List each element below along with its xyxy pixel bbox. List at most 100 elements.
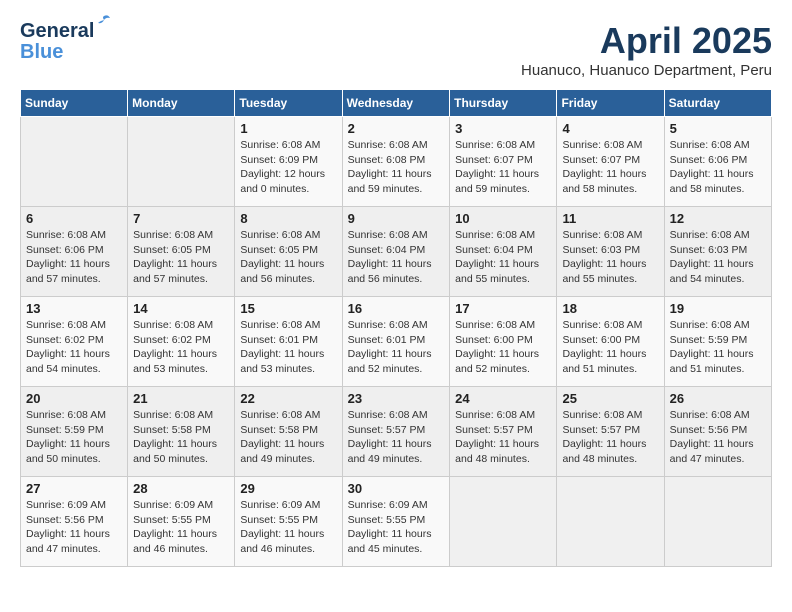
day-number: 23 [348, 391, 445, 406]
day-number: 16 [348, 301, 445, 316]
calendar-day-cell: 10 Sunrise: 6:08 AM Sunset: 6:04 PM Dayli… [450, 207, 557, 297]
day-number: 14 [133, 301, 229, 316]
calendar-day-cell: 19 Sunrise: 6:08 AM Sunset: 5:59 PM Dayli… [664, 297, 771, 387]
day-number: 1 [240, 121, 336, 136]
calendar-day-cell [557, 477, 664, 567]
day-number: 5 [670, 121, 766, 136]
logo-bird-icon [90, 12, 112, 34]
calendar-day-cell: 2Sunrise: 6:08 AM Sunset: 6:08 PM Daylig… [342, 117, 450, 207]
calendar-day-cell [21, 117, 128, 207]
day-info: Sunrise: 6:08 AM Sunset: 6:02 PM Dayligh… [133, 318, 229, 377]
day-number: 17 [455, 301, 551, 316]
day-info: Sunrise: 6:08 AM Sunset: 6:08 PM Dayligh… [348, 138, 445, 197]
calendar-day-cell: 12 Sunrise: 6:08 AM Sunset: 6:03 PM Dayli… [664, 207, 771, 297]
calendar-day-cell: 20 Sunrise: 6:08 AM Sunset: 5:59 PM Dayli… [21, 387, 128, 477]
day-number: 10 [455, 211, 551, 226]
day-number: 26 [670, 391, 766, 406]
day-number: 12 [670, 211, 766, 226]
day-number: 13 [26, 301, 122, 316]
day-info: Sunrise: 6:08 AM Sunset: 6:03 PM Dayligh… [562, 228, 658, 287]
day-info: Sunrise: 6:08 AM Sunset: 5:57 PM Dayligh… [562, 408, 658, 467]
day-number: 11 [562, 211, 658, 226]
logo: General Blue [20, 20, 94, 64]
calendar-day-cell: 6 Sunrise: 6:08 AM Sunset: 6:06 PM Daylig… [21, 207, 128, 297]
day-info: Sunrise: 6:08 AM Sunset: 6:06 PM Dayligh… [670, 138, 766, 197]
calendar-day-cell: 16 Sunrise: 6:08 AM Sunset: 6:01 PM Dayli… [342, 297, 450, 387]
day-number: 15 [240, 301, 336, 316]
calendar-day-cell: 29Sunrise: 6:09 AM Sunset: 5:55 PM Dayli… [235, 477, 342, 567]
day-number: 24 [455, 391, 551, 406]
page-header: General Blue April 2025 Huanuco, Huanuco… [20, 20, 772, 79]
calendar-day-cell: 21Sunrise: 6:08 AM Sunset: 5:58 PM Dayli… [128, 387, 235, 477]
calendar-day-cell [664, 477, 771, 567]
day-info: Sunrise: 6:08 AM Sunset: 5:58 PM Dayligh… [240, 408, 336, 467]
day-number: 20 [26, 391, 122, 406]
day-info: Sunrise: 6:08 AM Sunset: 6:02 PM Dayligh… [26, 318, 122, 377]
day-of-week-header: Sunday [21, 90, 128, 117]
calendar-day-cell: 15 Sunrise: 6:08 AM Sunset: 6:01 PM Dayli… [235, 297, 342, 387]
day-info: Sunrise: 6:08 AM Sunset: 5:57 PM Dayligh… [455, 408, 551, 467]
calendar-day-cell [128, 117, 235, 207]
calendar-day-cell: 25Sunrise: 6:08 AM Sunset: 5:57 PM Dayli… [557, 387, 664, 477]
calendar-header-row: SundayMondayTuesdayWednesdayThursdayFrid… [21, 90, 772, 117]
day-number: 22 [240, 391, 336, 406]
day-number: 28 [133, 481, 229, 496]
day-number: 4 [562, 121, 658, 136]
day-number: 8 [240, 211, 336, 226]
calendar-day-cell: 3Sunrise: 6:08 AM Sunset: 6:07 PM Daylig… [450, 117, 557, 207]
calendar-day-cell: 14 Sunrise: 6:08 AM Sunset: 6:02 PM Dayli… [128, 297, 235, 387]
day-info: Sunrise: 6:08 AM Sunset: 6:05 PM Dayligh… [240, 228, 336, 287]
day-number: 19 [670, 301, 766, 316]
calendar-day-cell: 26 Sunrise: 6:08 AM Sunset: 5:56 PM Dayli… [664, 387, 771, 477]
calendar-day-cell: 7 Sunrise: 6:08 AM Sunset: 6:05 PM Daylig… [128, 207, 235, 297]
day-number: 7 [133, 211, 229, 226]
day-number: 6 [26, 211, 122, 226]
day-info: Sunrise: 6:08 AM Sunset: 5:59 PM Dayligh… [670, 318, 766, 377]
calendar-day-cell: 9 Sunrise: 6:08 AM Sunset: 6:04 PM Daylig… [342, 207, 450, 297]
day-info: Sunrise: 6:08 AM Sunset: 5:56 PM Dayligh… [670, 408, 766, 467]
logo-general: General [20, 20, 94, 42]
calendar-day-cell: 18Sunrise: 6:08 AM Sunset: 6:00 PM Dayli… [557, 297, 664, 387]
day-of-week-header: Friday [557, 90, 664, 117]
day-number: 3 [455, 121, 551, 136]
day-info: Sunrise: 6:09 AM Sunset: 5:56 PM Dayligh… [26, 498, 122, 557]
location-title: Huanuco, Huanuco Department, Peru [521, 62, 772, 79]
day-number: 27 [26, 481, 122, 496]
logo-blue: Blue [20, 41, 63, 64]
calendar-week-row: 27 Sunrise: 6:09 AM Sunset: 5:56 PM Dayli… [21, 477, 772, 567]
calendar-day-cell: 1 Sunrise: 6:08 AM Sunset: 6:09 PM Daylig… [235, 117, 342, 207]
day-of-week-header: Wednesday [342, 90, 450, 117]
day-info: Sunrise: 6:08 AM Sunset: 6:00 PM Dayligh… [455, 318, 551, 377]
day-number: 9 [348, 211, 445, 226]
calendar-day-cell: 4Sunrise: 6:08 AM Sunset: 6:07 PM Daylig… [557, 117, 664, 207]
calendar-day-cell: 5 Sunrise: 6:08 AM Sunset: 6:06 PM Daylig… [664, 117, 771, 207]
calendar-table: SundayMondayTuesdayWednesdayThursdayFrid… [20, 89, 772, 567]
calendar-day-cell: 28Sunrise: 6:09 AM Sunset: 5:55 PM Dayli… [128, 477, 235, 567]
calendar-day-cell: 11 Sunrise: 6:08 AM Sunset: 6:03 PM Dayli… [557, 207, 664, 297]
day-info: Sunrise: 6:08 AM Sunset: 5:59 PM Dayligh… [26, 408, 122, 467]
day-number: 21 [133, 391, 229, 406]
calendar-day-cell [450, 477, 557, 567]
title-area: April 2025 Huanuco, Huanuco Department, … [521, 20, 772, 79]
calendar-week-row: 1 Sunrise: 6:08 AM Sunset: 6:09 PM Daylig… [21, 117, 772, 207]
day-info: Sunrise: 6:08 AM Sunset: 6:03 PM Dayligh… [670, 228, 766, 287]
day-info: Sunrise: 6:08 AM Sunset: 6:04 PM Dayligh… [348, 228, 445, 287]
day-number: 18 [562, 301, 658, 316]
calendar-week-row: 20 Sunrise: 6:08 AM Sunset: 5:59 PM Dayli… [21, 387, 772, 477]
day-info: Sunrise: 6:08 AM Sunset: 6:01 PM Dayligh… [240, 318, 336, 377]
day-info: Sunrise: 6:08 AM Sunset: 6:06 PM Dayligh… [26, 228, 122, 287]
day-info: Sunrise: 6:08 AM Sunset: 6:09 PM Dayligh… [240, 138, 336, 197]
day-info: Sunrise: 6:09 AM Sunset: 5:55 PM Dayligh… [348, 498, 445, 557]
calendar-day-cell: 13 Sunrise: 6:08 AM Sunset: 6:02 PM Dayli… [21, 297, 128, 387]
calendar-day-cell: 23Sunrise: 6:08 AM Sunset: 5:57 PM Dayli… [342, 387, 450, 477]
day-info: Sunrise: 6:08 AM Sunset: 6:05 PM Dayligh… [133, 228, 229, 287]
day-info: Sunrise: 6:08 AM Sunset: 6:04 PM Dayligh… [455, 228, 551, 287]
calendar-day-cell: 24 Sunrise: 6:08 AM Sunset: 5:57 PM Dayli… [450, 387, 557, 477]
calendar-day-cell: 8 Sunrise: 6:08 AM Sunset: 6:05 PM Daylig… [235, 207, 342, 297]
day-info: Sunrise: 6:08 AM Sunset: 6:01 PM Dayligh… [348, 318, 445, 377]
day-of-week-header: Monday [128, 90, 235, 117]
day-number: 29 [240, 481, 336, 496]
day-number: 30 [348, 481, 445, 496]
calendar-day-cell: 17 Sunrise: 6:08 AM Sunset: 6:00 PM Dayli… [450, 297, 557, 387]
calendar-week-row: 13 Sunrise: 6:08 AM Sunset: 6:02 PM Dayli… [21, 297, 772, 387]
